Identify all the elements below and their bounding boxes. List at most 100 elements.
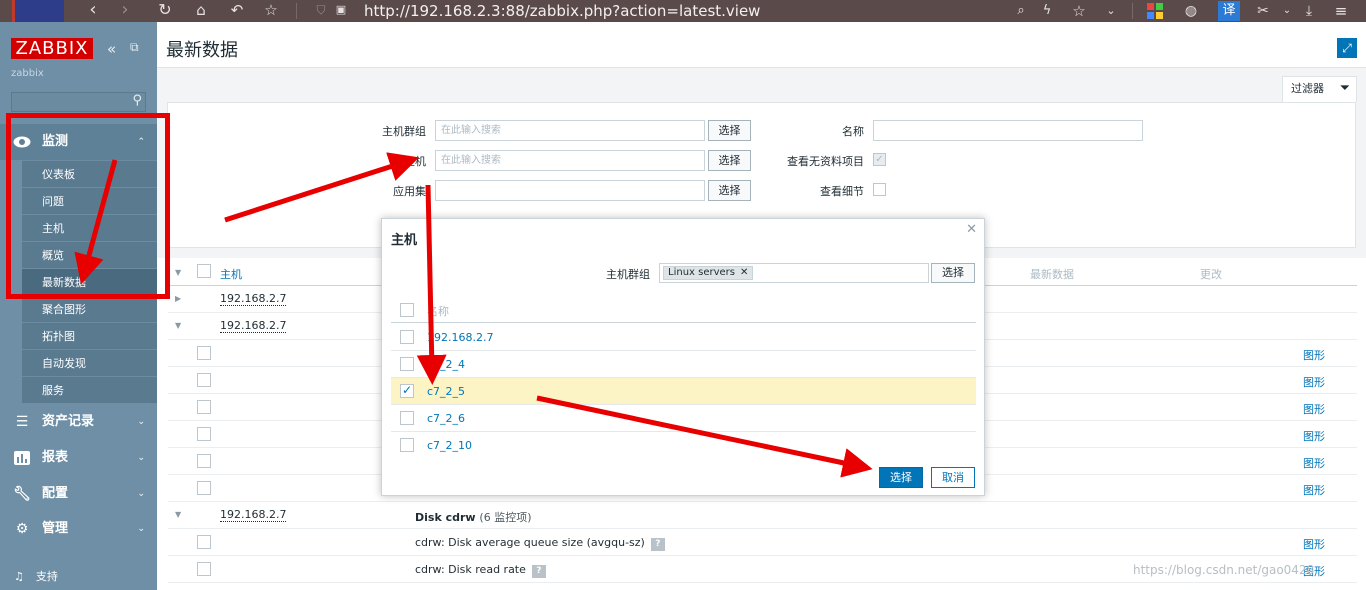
compact-view-icon[interactable]: ⧉ [130,40,139,55]
bookmark-star-icon[interactable]: ☆ [1068,0,1090,22]
row-checkbox[interactable] [197,454,211,468]
host-option-row[interactable]: c7_2_6 [391,405,976,432]
select-all-hosts-checkbox[interactable] [400,303,414,317]
lightning-icon[interactable]: ϟ [1036,0,1058,22]
expand-icon[interactable]: ▶ [175,294,181,303]
collapse-icon[interactable]: ▼ [175,510,181,519]
graph-link[interactable]: 图形 [1303,455,1325,471]
host-name[interactable]: 192.168.2.7 [220,509,287,522]
forward-icon[interactable]: › [112,0,138,22]
help-icon[interactable]: ? [650,538,665,551]
collapse-icon[interactable]: ▼ [175,321,181,330]
apps-grid-icon[interactable] [1144,0,1166,22]
search-icon[interactable]: ⌕ [1010,0,1032,22]
select-all-checkbox[interactable] [197,264,211,278]
show-no-data-checkbox[interactable]: ✓ [873,153,886,166]
back-icon[interactable]: ‹ [80,0,106,22]
graph-link[interactable]: 图形 [1303,536,1325,552]
application-label: Disk cdrw [415,511,476,524]
support-label: 支持 [35,570,58,583]
home-icon[interactable]: ⌂ [188,0,214,22]
graph-link[interactable]: 图形 [1303,482,1325,498]
host-option-name[interactable]: c7_2_4 [427,358,465,371]
application-input[interactable] [435,180,705,201]
host-option-checkbox-checked[interactable]: ✓ [400,384,414,398]
help-icon[interactable]: ? [531,565,546,578]
row-checkbox[interactable] [197,481,211,495]
collapse-sidebar-icon[interactable]: « [107,40,116,58]
host-option-checkbox[interactable] [400,438,414,452]
sidebar-item-screens[interactable]: 聚合图形 [22,295,157,322]
host-group-select-button[interactable]: 选择 [708,120,751,141]
host-group-input[interactable]: 在此输入搜索 [435,120,705,141]
host-option-name[interactable]: 192.168.2.7 [427,331,493,344]
graph-link[interactable]: 图形 [1303,347,1325,363]
expand-all-icon[interactable]: ▼ [175,268,181,277]
sidebar-section-reports[interactable]: 报表 ⌄ [0,440,157,476]
globe-icon[interactable]: ◍ [1180,0,1202,22]
sidebar-item-maps[interactable]: 拓扑图 [22,322,157,349]
dialog-host-group-input[interactable]: Linux servers ✕ [659,263,929,283]
host-option-checkbox[interactable] [400,411,414,425]
host-option-name[interactable]: c7_2_5 [427,385,465,398]
host-option-row[interactable]: c7_2_4 [391,351,976,378]
host-name[interactable]: 192.168.2.7 [220,320,287,333]
scissors-icon[interactable]: ✂ [1252,0,1274,22]
row-checkbox[interactable] [197,535,211,549]
graph-link[interactable]: 图形 [1303,428,1325,444]
dialog-list-header: 名称 [391,297,976,323]
undo-icon[interactable]: ↶ [224,0,250,22]
application-select-button[interactable]: 选择 [708,180,751,201]
host-name[interactable]: 192.168.2.7 [220,293,287,306]
graph-link[interactable]: 图形 [1303,374,1325,390]
chevron-down-icon[interactable]: ⌄ [1276,0,1298,22]
dialog-select-button[interactable]: 选择 [879,467,923,488]
download-icon[interactable]: ⤓ [1298,0,1320,22]
sidebar-section-administration[interactable]: ⚙ 管理 ⌄ [0,511,157,547]
reload-icon[interactable]: ↻ [152,0,178,22]
host-option-row[interactable]: 192.168.2.7 [391,324,976,351]
fullscreen-icon[interactable]: ⤢ [1337,38,1357,58]
address-bar[interactable]: http://192.168.2.3:88/zabbix.php?action=… [364,1,1024,21]
sidebar-section-inventory[interactable]: ☰ 资产记录 ⌄ [0,404,157,440]
host-option-checkbox[interactable] [400,330,414,344]
gear-icon: ⚙ [15,521,29,537]
row-checkbox[interactable] [197,373,211,387]
support-link[interactable]: ♫ 支持 [14,568,58,584]
star-icon[interactable]: ☆ [258,0,284,22]
sidebar-section-configuration[interactable]: 🔧︎ 配置 ⌄ [0,476,157,512]
sidebar-search-input[interactable]: ⚲ [11,92,146,112]
row-checkbox[interactable] [197,346,211,360]
show-no-data-label: 查看无资料项目 [787,155,864,168]
sidebar-item-discovery[interactable]: 自动发现 [22,349,157,376]
dialog-group-select-button[interactable]: 选择 [931,263,975,283]
column-host[interactable]: 主机 [220,266,242,282]
host-option-name[interactable]: c7_2_6 [427,412,465,425]
host-option-row[interactable]: ✓ c7_2_5 [391,378,976,405]
host-option-checkbox[interactable] [400,357,414,371]
menu-icon[interactable]: ≡ [1330,0,1352,22]
close-icon[interactable]: ✕ [966,222,977,237]
chevron-down-icon: ⌄ [137,417,145,427]
remove-tag-icon[interactable]: ✕ [740,267,748,278]
dialog-host-group-label: 主机群组 [606,268,650,281]
translate-icon[interactable]: 译 [1218,1,1240,21]
host-input[interactable]: 在此输入搜索 [435,150,705,171]
show-details-checkbox[interactable] [873,183,886,196]
graph-link[interactable]: 图形 [1303,401,1325,417]
host-select-button[interactable]: 选择 [708,150,751,171]
host-option-name[interactable]: c7_2_10 [427,439,472,452]
filter-tab[interactable]: 过滤器 ⏷ [1282,76,1357,102]
row-checkbox[interactable] [197,400,211,414]
list-icon: ☰ [15,414,29,430]
search-icon[interactable]: ⚲ [132,93,142,108]
host-option-row[interactable]: c7_2_10 [391,432,976,459]
sidebar-item-services[interactable]: 服务 [22,376,157,403]
zabbix-logo[interactable]: ZABBIX [11,38,93,59]
dialog-cancel-button[interactable]: 取消 [931,467,975,488]
host-group-label: 主机群组 [382,125,426,138]
row-checkbox[interactable] [197,427,211,441]
name-input[interactable] [873,120,1143,141]
chevron-down-icon[interactable]: ⌄ [1100,0,1122,22]
row-checkbox[interactable] [197,562,211,576]
